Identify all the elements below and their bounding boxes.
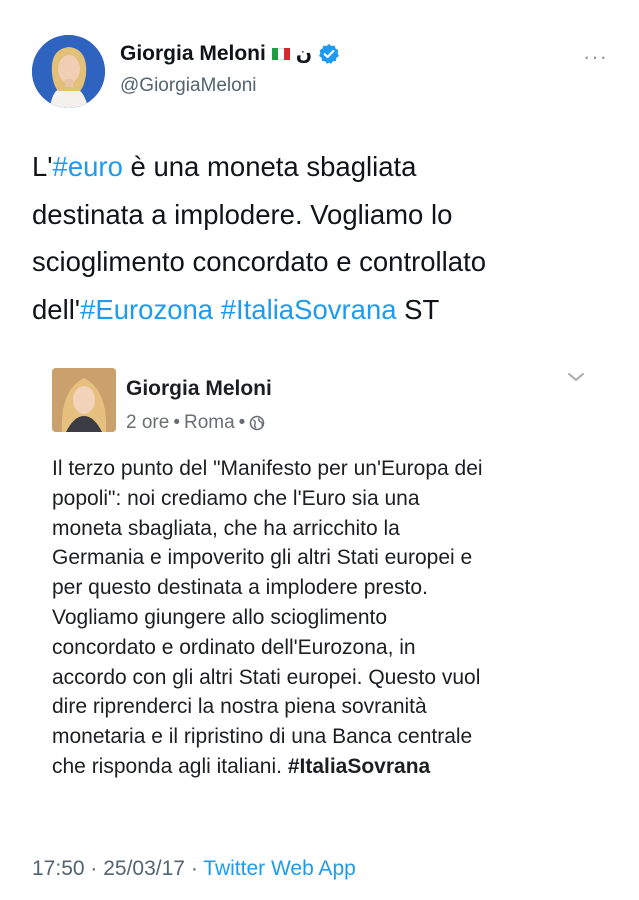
quoted-body-line: Germania e impoverito gli altri Stati eu… bbox=[52, 546, 473, 570]
quoted-body-line: concordato e ordinato dell'Eurozona, in bbox=[52, 635, 416, 659]
quoted-post-body: Il terzo punto del "Manifesto per un'Eur… bbox=[52, 454, 612, 782]
meta-separator: • bbox=[238, 412, 246, 433]
tweet-text-segment: destinata a implodere. Vogliamo lo bbox=[32, 198, 453, 230]
tweet-text-line: dell'#Eurozona #ItaliaSovrana ST bbox=[32, 286, 612, 334]
quoted-body-last-line: che risponda agli italiani. #ItaliaSovra… bbox=[52, 752, 612, 782]
globe-icon bbox=[250, 415, 265, 431]
tweet-text-segment: è una moneta sbagliata bbox=[122, 151, 417, 182]
tweet-text-line: L'#euro è una moneta sbagliata bbox=[32, 143, 612, 191]
quoted-body-line: moneta sbagliata, che ha arricchito la bbox=[52, 516, 400, 540]
author-avatar[interactable] bbox=[32, 35, 105, 108]
footer-separator: · bbox=[90, 857, 104, 880]
tweet-text: L'#euro è una moneta sbagliata destinata … bbox=[32, 143, 612, 333]
tweet-source-link[interactable]: Twitter Web App bbox=[203, 857, 356, 880]
tweet-text-segment: L' bbox=[32, 151, 53, 182]
more-options-button[interactable]: ··· bbox=[583, 44, 608, 70]
italy-flag-icon bbox=[271, 48, 290, 60]
tweet-text-segment: dell' bbox=[32, 293, 81, 325]
quoted-body-line: accordo con gli altri Stati europei. Que… bbox=[52, 665, 481, 689]
quoted-body-line: popoli": noi crediamo che l'Euro sia una bbox=[52, 486, 420, 510]
quoted-post-author[interactable]: Giorgia Meloni bbox=[126, 377, 272, 401]
quoted-body-line: dire riprenderci la nostra piena sovrani… bbox=[52, 695, 427, 719]
quoted-body-line: per questo destinata a implodere presto. bbox=[52, 576, 428, 600]
author-name-row: Giorgia Meloni ن bbox=[120, 42, 340, 66]
quoted-post-location[interactable]: Roma bbox=[184, 412, 235, 434]
quoted-hashtag[interactable]: #ItaliaSovrana bbox=[288, 755, 430, 778]
verified-badge-icon bbox=[319, 44, 340, 64]
tweet-text-segment bbox=[213, 294, 221, 325]
hashtag-link[interactable]: #Eurozona bbox=[80, 294, 213, 325]
footer-separator: · bbox=[190, 857, 204, 880]
quoted-body-line: Il terzo punto del "Manifesto per un'Eur… bbox=[52, 457, 483, 480]
hashtag-link[interactable]: #euro bbox=[53, 151, 123, 182]
chevron-down-icon[interactable] bbox=[566, 370, 586, 384]
hashtag-link[interactable]: #ItaliaSovrana bbox=[221, 294, 397, 325]
quoted-post-time[interactable]: 2 ore bbox=[126, 412, 169, 434]
quoted-body-line: Vogliamo giungere allo scioglimento bbox=[52, 605, 388, 629]
tweet-footer: 17:50 · 25/03/17 · Twitter Web App bbox=[32, 857, 356, 881]
arabic-glyph: ن bbox=[295, 43, 313, 65]
meta-separator: • bbox=[173, 412, 180, 433]
quoted-body-line: monetaria e il ripristino di una Banca c… bbox=[52, 725, 473, 749]
tweet-text-line: scioglimento concordato e controllato bbox=[32, 238, 612, 286]
quoted-post-avatar[interactable] bbox=[52, 368, 116, 432]
quoted-body-text: che risponda agli italiani. bbox=[52, 754, 288, 778]
tweet-date[interactable]: 25/03/17 bbox=[103, 857, 185, 880]
tweet-text-segment: ST bbox=[396, 293, 440, 325]
author-handle[interactable]: @GiorgiaMeloni bbox=[120, 75, 257, 97]
tweet-text-segment: scioglimento concordato e controllato bbox=[32, 246, 487, 277]
tweet-text-line: destinata a implodere. Vogliamo lo bbox=[32, 191, 612, 239]
author-name[interactable]: Giorgia Meloni bbox=[120, 42, 266, 66]
tweet-time[interactable]: 17:50 bbox=[32, 857, 85, 880]
quoted-post-meta: 2 ore • Roma • bbox=[126, 412, 265, 434]
